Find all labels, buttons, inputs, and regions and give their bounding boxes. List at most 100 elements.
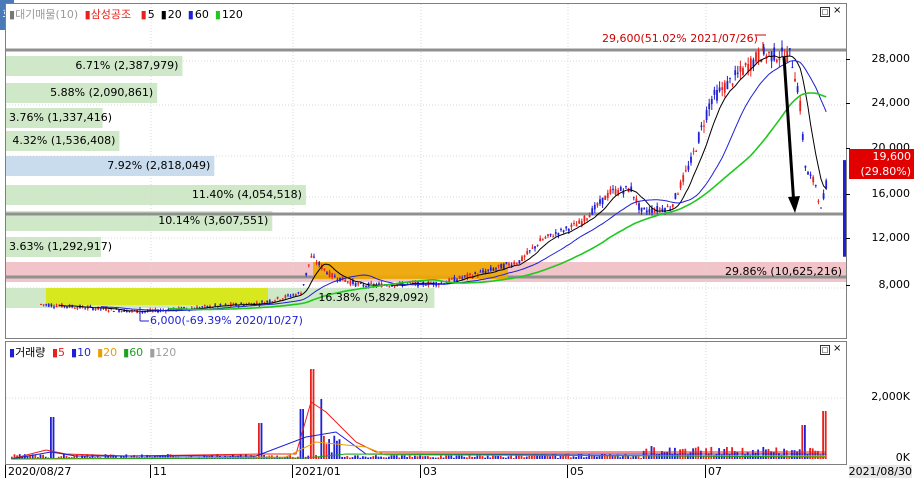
close-button[interactable]: ×: [833, 6, 841, 16]
candle-body: [73, 307, 76, 309]
price-panel[interactable]: 6.71% (2,387,979) 5.88% (2,090,861) 3.76% …: [5, 3, 847, 339]
volume-bar: [726, 446, 728, 459]
volume-bar: [494, 455, 497, 459]
legend-ma-label: 20: [167, 8, 182, 21]
volume-bar: [632, 455, 635, 459]
volume-bar: [375, 455, 377, 459]
candle-body: [617, 190, 620, 194]
x-axis-tick: 03: [420, 465, 437, 478]
candle-body: [713, 90, 716, 95]
volume-bar: [575, 456, 577, 459]
candle-body: [817, 200, 820, 202]
vol-legend-ma-label: 120: [155, 346, 177, 359]
volume-bar: [364, 456, 367, 459]
candle-body: [768, 52, 770, 54]
candle-body: [801, 134, 804, 140]
volume-chart: [6, 342, 846, 464]
volume-bar: [377, 456, 380, 459]
candle-body: [554, 232, 557, 234]
candle-body: [99, 308, 102, 310]
volume-bar: [341, 456, 343, 459]
candle-body: [141, 311, 144, 313]
volume-bar: [512, 457, 515, 459]
volume-bar: [635, 456, 637, 459]
candle-body: [799, 100, 802, 112]
candle-body: [697, 132, 700, 143]
candle-body: [773, 47, 776, 61]
maximize-button[interactable]: □: [820, 7, 830, 17]
x-axis-tick: 11: [150, 465, 167, 478]
candle-body: [723, 82, 726, 93]
volume-bar: [380, 456, 382, 459]
volume-bar: [416, 456, 419, 459]
candle-body: [794, 78, 796, 82]
candle-body: [539, 238, 542, 242]
volume-bar: [580, 454, 583, 459]
volume-bar: [388, 456, 390, 459]
candle-body: [658, 208, 661, 210]
candle-body: [612, 188, 614, 190]
volume-maximize-button[interactable]: □: [820, 345, 830, 355]
vol-legend-ma-label: 60: [129, 346, 144, 359]
price-legend: ▮대기매물(10) ▮삼성공조 ▮5 ▮20 ▮60 ▮120: [9, 6, 252, 22]
candle-body: [588, 214, 591, 218]
candle-body: [619, 187, 622, 191]
volume-profile-label: 11.40% (4,054,518): [191, 188, 302, 201]
candle-body: [370, 282, 373, 284]
x-axis-tick: 2021/01: [292, 465, 341, 478]
candle-body: [788, 48, 791, 50]
volume-bar: [671, 454, 674, 459]
vol-legend-ma-60: ▮60: [123, 346, 144, 359]
volume-bar: [577, 454, 580, 459]
volume-panel[interactable]: ▮거래량 ▮5 ▮10 ▮20 ▮60 ▮120 □ ×: [5, 341, 847, 465]
candle-body: [424, 284, 427, 286]
candle-body: [729, 77, 731, 79]
volume-bar: [658, 453, 661, 459]
volume-bar: [432, 457, 434, 459]
price-axis-tick: 12,000: [871, 231, 911, 244]
candle-body: [775, 59, 778, 62]
vol-legend-ma-label: 5: [58, 346, 65, 359]
volume-bar: [640, 457, 642, 459]
vol-legend-ma-120: ▮120: [149, 346, 177, 359]
candle-body: [796, 86, 799, 93]
volume-bar: [598, 455, 601, 459]
volume-bar: [310, 369, 312, 459]
volume-bar: [523, 457, 525, 459]
volume-bar: [473, 456, 476, 459]
legend-ma-label: 60: [194, 8, 209, 21]
vol-legend-ma-10: ▮10: [71, 346, 92, 359]
candle-body: [807, 172, 809, 175]
candle-body: [534, 246, 536, 249]
candle-body: [757, 50, 760, 62]
volume-bar: [741, 447, 744, 459]
volume-bar: [697, 446, 700, 459]
candle-body: [562, 230, 565, 232]
candle-body: [718, 87, 721, 91]
candle-body: [742, 68, 744, 75]
trend-arrow-head: [788, 196, 800, 213]
volume-bar: [362, 456, 364, 459]
candle-body: [731, 83, 734, 86]
candle-body: [378, 283, 380, 285]
volume-bar: [349, 457, 351, 459]
candle-body: [778, 58, 781, 60]
volume-bar: [325, 444, 328, 459]
volume-bar: [562, 455, 564, 459]
candle-body: [606, 192, 609, 198]
price-axis-tick: 28,000: [871, 52, 911, 65]
volume-bar: [437, 457, 440, 459]
candle-body: [302, 284, 305, 286]
volume-bar: [354, 455, 356, 459]
candle-body: [726, 80, 729, 90]
candle-body: [549, 233, 552, 236]
candle-body: [586, 218, 588, 220]
volume-legend: ▮거래량 ▮5 ▮10 ▮20 ▮60 ▮120: [9, 344, 185, 360]
volume-bar: [674, 447, 676, 459]
candle-body: [716, 89, 718, 101]
candle-body: [814, 185, 817, 187]
candle-body: [684, 170, 687, 172]
volume-profile-label: 3.76% (1,337,416): [8, 111, 112, 124]
volume-bar: [572, 456, 575, 459]
volume-close-button[interactable]: ×: [833, 344, 841, 354]
